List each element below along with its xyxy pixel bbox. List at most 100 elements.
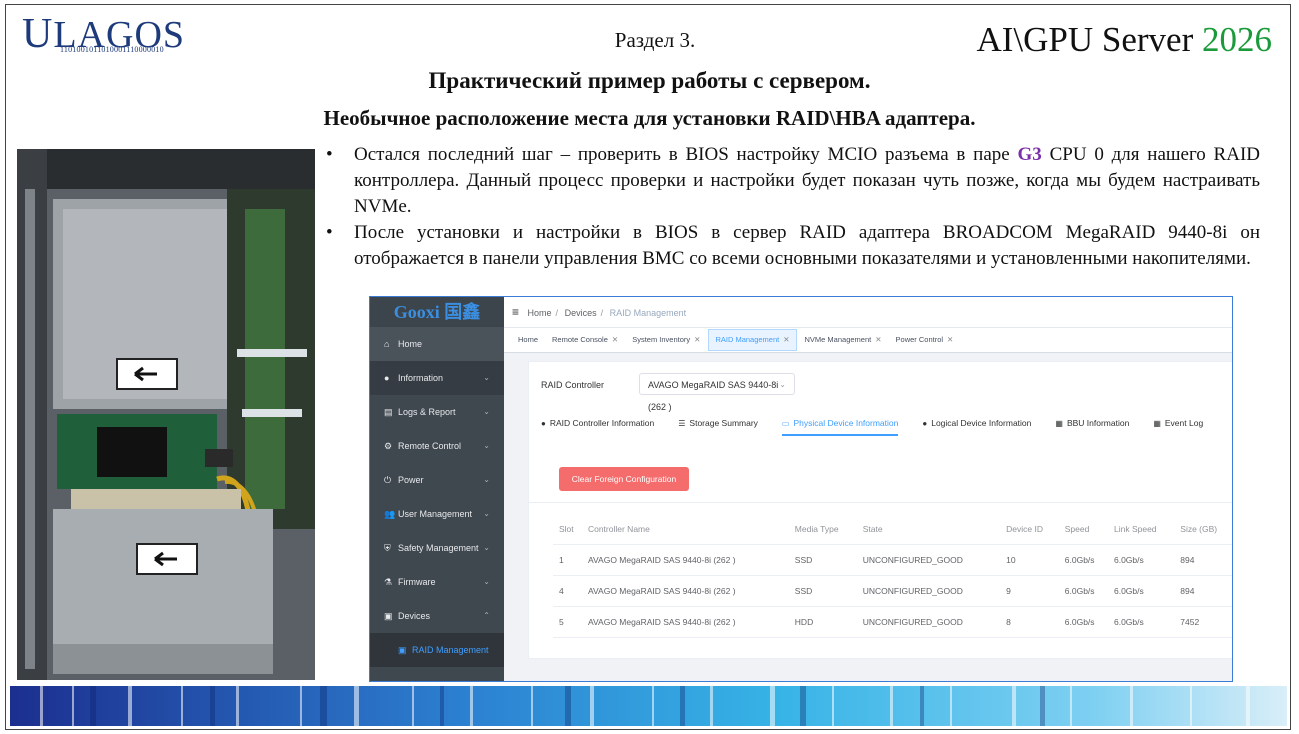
sidebar-item-power[interactable]: ⏻ Power ⌄	[370, 463, 504, 497]
breadcrumb-current: RAID Management	[609, 308, 687, 318]
info-tabs: ● RAID Controller Information ☰ Storage Su…	[541, 412, 1231, 436]
hamburger-icon[interactable]: ≡	[512, 305, 519, 319]
info-icon: ●	[384, 373, 390, 383]
tab-label: Event Log	[1164, 418, 1204, 428]
info-icon: ●	[541, 419, 546, 428]
tab-logical-device-information[interactable]: ● Logical Device Information	[922, 412, 1031, 434]
chevron-down-icon: ⌄	[483, 373, 490, 382]
table-cell: 6.0Gb/s	[1058, 606, 1108, 638]
sidebar-item-label: Remote Control	[398, 441, 462, 451]
sidebar-item-devices[interactable]: ▣ Devices ⌃	[370, 599, 504, 633]
table-cell: SSD	[788, 544, 857, 576]
sidebar-item-safety-management[interactable]: ⛨ Safety Management ⌄	[370, 531, 504, 565]
chevron-down-icon: ⌄	[483, 543, 490, 552]
bullet-list: • Остался последний шаг – проверить в BIO…	[322, 142, 1260, 272]
page-subtitle: Необычное расположение места для установ…	[323, 106, 976, 130]
tab-system-inventory[interactable]: System Inventory ✕	[626, 330, 706, 350]
close-icon[interactable]: ✕	[783, 335, 789, 344]
battery-icon: ▦	[1055, 419, 1063, 428]
sidebar-item-user-management[interactable]: 👥 User Management ⌄	[370, 497, 504, 531]
sidebar-item-label: RAID Management	[412, 645, 489, 655]
breadcrumb-home[interactable]: Home	[528, 308, 552, 318]
table-cell: 6.0Gb/s	[1107, 606, 1175, 638]
brand-year: 2026	[1202, 20, 1272, 59]
table-cell: 6.0Gb/s	[1058, 544, 1108, 576]
logs-icon: ▤	[384, 407, 393, 417]
table-cell: HDD	[788, 606, 857, 638]
chevron-down-icon: ⌄	[779, 380, 786, 389]
brand-prefix: AI\GPU Server	[976, 20, 1202, 59]
table-cell: AVAGO MegaRAID SAS 9440-8i (262 )	[581, 544, 789, 576]
tab-label: Logical Device Information	[931, 418, 1032, 428]
table-cell: 894	[1174, 575, 1232, 607]
tab-label: RAID Management	[715, 335, 780, 344]
tab-label: Remote Console	[552, 335, 608, 344]
tab-remote-console[interactable]: Remote Console ✕	[546, 330, 624, 350]
server-photo	[17, 149, 315, 680]
tab-bbu-information[interactable]: ▦ BBU Information	[1055, 412, 1129, 434]
table-cell: 7452	[1174, 606, 1232, 638]
location-icon: ●	[922, 419, 928, 428]
bullet-1-highlight: G3	[1017, 144, 1042, 165]
bullet-2-text: После установки и настройки в BIOS в сер…	[354, 222, 1260, 269]
table-cell: SSD	[788, 575, 857, 607]
section-title: Раздел 3.	[614, 28, 696, 52]
tab-power-control[interactable]: Power Control ✕	[890, 330, 960, 350]
clear-foreign-configuration-button[interactable]: Clear Foreign Configuration	[559, 467, 689, 491]
tab-label: Physical Device Information	[793, 418, 899, 428]
raid-icon: ▣	[398, 645, 407, 655]
sidebar-item-firmware[interactable]: ⚗ Firmware ⌄	[370, 565, 504, 599]
page-title: Практический пример работы с сервером.	[428, 68, 871, 93]
close-icon[interactable]: ✕	[875, 335, 881, 344]
ulagos-logo: ULAGOS 1101001011010001110000010	[22, 13, 184, 58]
bmc-main: ≡ Home / Devices / RAID Management Home Re…	[504, 297, 1232, 681]
table-header-row: Slot Controller Name Media Type State De…	[553, 514, 1232, 545]
close-icon[interactable]: ✕	[947, 335, 953, 344]
tab-label: Power Control	[895, 335, 944, 344]
table-cell: UNCONFIGURED_GOOD	[856, 606, 1001, 638]
bullet-item: • Остался последний шаг – проверить в BIO…	[326, 144, 1260, 217]
sidebar-item-label: Information	[398, 373, 444, 383]
sidebar-item-label: Firmware	[398, 577, 436, 587]
tab-storage-summary[interactable]: ☰ Storage Summary	[678, 412, 758, 434]
table-row: 1 AVAGO MegaRAID SAS 9440-8i (262 ) SSD …	[553, 544, 1232, 576]
table-cell: AVAGO MegaRAID SAS 9440-8i (262 )	[581, 606, 789, 638]
tab-raid-controller-information[interactable]: ● RAID Controller Information	[541, 412, 654, 434]
sidebar-item-information[interactable]: ● Information ⌄	[370, 361, 504, 395]
sidebar-item-label: Power	[398, 475, 424, 485]
raid-controller-select[interactable]: AVAGO MegaRAID SAS 9440-8i (262 ) ⌄	[639, 373, 795, 412]
users-icon: 👥	[384, 509, 396, 519]
breadcrumb-devices[interactable]: Devices	[565, 308, 597, 318]
sidebar-item-raid-management[interactable]: ▣ RAID Management	[370, 633, 504, 667]
tab-label: System Inventory	[632, 335, 691, 344]
tab-event-log[interactable]: ▦ Event Log	[1153, 412, 1203, 434]
sidebar-item-home[interactable]: ⌂ Home	[370, 327, 504, 361]
divider	[529, 502, 1232, 503]
chevron-down-icon: ⌄	[483, 475, 490, 484]
column-header: Controller Name	[581, 514, 789, 545]
tab-home[interactable]: Home	[512, 330, 544, 350]
bmc-screenshot: Gooxi 国鑫 ⌂ Home ● Information ⌄ ▤ Logs & Rep…	[369, 296, 1233, 682]
chevron-down-icon: ⌄	[483, 577, 490, 586]
shield-icon: ⛨	[384, 543, 391, 553]
tab-raid-management[interactable]: RAID Management ✕	[708, 329, 797, 351]
tab-label: Home	[518, 335, 539, 344]
column-header: Media Type	[788, 514, 857, 545]
chevron-down-icon: ⌄	[483, 407, 490, 416]
table-cell: 9	[1000, 575, 1059, 607]
sidebar-item-logs[interactable]: ▤ Logs & Report ⌄	[370, 395, 504, 429]
bmc-sidebar: Gooxi 国鑫 ⌂ Home ● Information ⌄ ▤ Logs & Rep…	[370, 297, 504, 681]
sidebar-item-remote-control[interactable]: ⚙ Remote Control ⌄	[370, 429, 504, 463]
raid-card: RAID Controller AVAGO MegaRAID SAS 9440-…	[528, 361, 1232, 659]
chevron-down-icon: ⌄	[483, 441, 490, 450]
table-cell: UNCONFIGURED_GOOD	[856, 575, 1001, 607]
tab-nvme-management[interactable]: NVMe Management ✕	[799, 330, 888, 350]
tab-physical-device-information[interactable]: ▭ Physical Device Information	[781, 412, 899, 436]
table-cell: 1	[553, 544, 582, 576]
tab-label: Storage Summary	[689, 418, 758, 428]
tab-label: RAID Controller Information	[549, 418, 655, 428]
close-icon[interactable]: ✕	[694, 335, 700, 344]
bullet-1-before: Остался последний шаг – проверить в BIOS…	[354, 144, 1018, 165]
table-cell: AVAGO MegaRAID SAS 9440-8i (262 )	[581, 575, 789, 607]
close-icon[interactable]: ✕	[612, 335, 618, 344]
